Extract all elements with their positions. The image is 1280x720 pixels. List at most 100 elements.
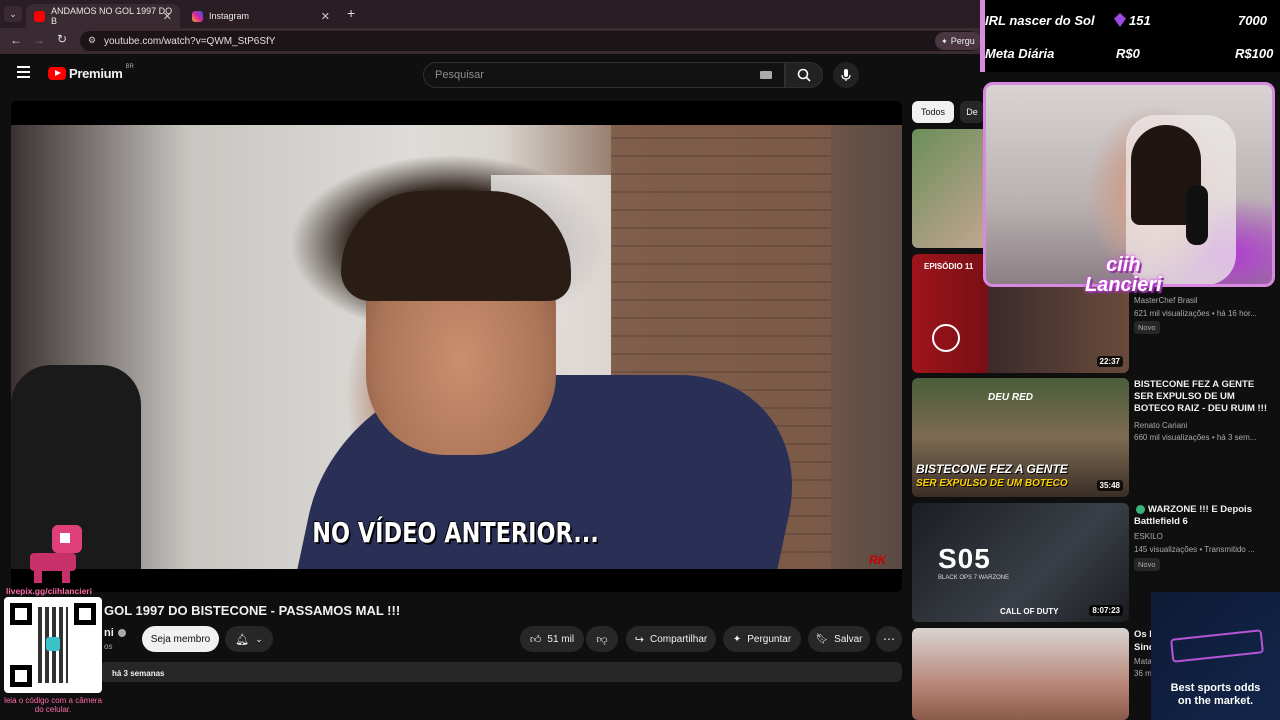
thumb-text-1: BISTECONE FEZ A GENTE [916,462,1068,476]
masterchef-logo [932,324,960,352]
video-duration: 8:07:23 [1089,605,1123,616]
chevron-down-icon: ⌄ [255,633,263,644]
ask-button[interactable]: ✦ Perguntar [723,626,801,652]
notifications-button[interactable]: 🔔︎ ⌄ [225,626,273,652]
close-tab-icon[interactable]: ✕ [163,10,172,23]
microphone [1186,185,1208,245]
instagram-icon [192,10,203,22]
rec-meta: 660 mil visualizações • há 3 sem... [1134,433,1257,442]
url-text: youtube.com/watch?v=QWM_StP6SfY [104,35,276,47]
video-duration: 22:37 [1096,356,1123,367]
join-button[interactable]: Seja membro [142,626,219,652]
qr-code [4,597,102,693]
keyboard-icon[interactable] [760,71,772,79]
video-title: GOL 1997 DO BISTECONE - PASSAMOS MAL !!! [104,603,401,618]
thumbs-down-icon: 👎︎ [596,633,608,646]
thumb-episode-label: EPISÓDIO 11 [924,262,974,271]
more-actions-button[interactable]: ⋯ [876,626,902,652]
like-button[interactable]: 👍︎ 51 mil [520,626,584,652]
bookmark-icon: 🔖︎ [815,633,829,645]
thumb-text-2: SER EXPULSO DE UM BOTECO [916,478,1068,489]
rec-channel[interactable]: MasterChef Brasil [1134,296,1274,305]
streamer-name: ciih Lancieri [1085,254,1162,296]
verified-icon [118,629,126,637]
sponsor-line2: on the market. [1177,695,1254,707]
new-badge: Novo [1134,558,1160,571]
goal-target: 7000 [1238,13,1267,28]
rec-title[interactable]: BISTECONE FEZ A GENTE SER EXPULSO DE UM … [1134,379,1274,415]
search-placeholder: Pesquisar [435,69,484,81]
rec-title[interactable]: WARZONE !!! E Depois Battlefield 6 [1134,504,1274,528]
qr-caption: leia o código com a câmera do celular. [4,696,102,714]
thumb-text-top: DEU RED [988,392,1034,403]
livepix-link: livepix.gg/ciihlancieri [6,586,92,596]
ask-button-partial[interactable]: ✦ Pergu [935,32,981,50]
dislike-button[interactable]: 👎︎ [586,626,618,652]
sponsor-logo [1169,629,1265,663]
thumb-brand: CALL OF DUTY [1000,607,1059,616]
sponsor-banner: Best sports odds on the market. [1151,592,1280,720]
goal-accent-bar [980,0,985,72]
goal-panel [980,0,1280,72]
meta-current: R$0 [1116,46,1140,61]
logo-region: BR [125,63,134,70]
more-icon: ⋯ [883,632,895,646]
youtube-icon [34,10,45,22]
video-duration: 35:48 [1096,480,1123,491]
sponsor-line1: Best sports odds [1170,682,1261,694]
thumb-season-sub: BLACK OPS 7 WARZONE [938,575,1010,581]
rec-channel[interactable]: Renato Cariani [1134,421,1274,430]
goal-current: 151 [1129,13,1151,28]
share-button[interactable]: ↪ Compartilhar [626,626,716,652]
goal-label: IRL nascer do Sol [985,13,1095,28]
youtube-logo[interactable]: Premium BR [48,63,134,81]
like-count: 51 mil [547,633,575,645]
meta-target: R$100 [1235,46,1274,61]
bell-icon: 🔔︎ [235,633,250,646]
video-subtitle: NO VÍDEO ANTERIOR... [312,516,599,549]
menu-icon[interactable] [17,66,30,78]
thumb-season-label: S05 [938,543,991,574]
site-info-icon[interactable]: ⚙ [88,35,96,46]
channel-name[interactable]: ni [104,627,114,639]
save-button[interactable]: 🔖︎ Salvar [808,626,870,652]
recommendation-thumbnail[interactable] [912,628,1129,720]
share-icon: ↪ [634,633,644,646]
sparkle-icon: ✦ [941,36,948,46]
tab-label: ANDAMOS NO GOL 1997 DO B [50,6,173,26]
person-hair [341,191,571,301]
chip-all[interactable]: Todos [912,101,954,123]
mic-icon [841,69,851,81]
meta-label: Meta Diária [985,46,1055,61]
new-badge: Novo [1134,321,1160,334]
rec-channel[interactable]: ESKILO [1134,532,1274,541]
back-icon[interactable]: ← [10,33,22,47]
youtube-play-icon [48,67,66,80]
subscriber-count: os [104,642,113,651]
search-input[interactable]: Pesquisar [423,62,785,88]
pixel-character [26,525,92,583]
upload-date: há 3 semanas [112,669,165,678]
chip-de[interactable]: De [960,101,984,123]
tab-label: Instagram [209,11,250,21]
close-tab-icon[interactable]: ✕ [321,10,330,23]
logo-text: Premium [69,66,123,81]
search-icon [797,68,811,82]
tab-instagram[interactable]: Instagram ✕ [184,4,338,28]
tab-list-dropdown-icon[interactable]: ⌄ [4,6,22,22]
search-button[interactable] [785,62,823,88]
tab-youtube[interactable]: ANDAMOS NO GOL 1997 DO B ✕ [26,4,180,28]
address-bar[interactable]: ⚙ youtube.com/watch?v=QWM_StP6SfY [80,31,980,51]
description-box[interactable]: há 3 semanas [100,662,902,682]
forward-icon[interactable]: → [33,33,45,47]
rec-meta: 145 visualizações • Transmitido ... [1134,545,1255,554]
channel-watermark: RK [869,553,887,567]
voice-search-button[interactable] [833,62,859,88]
recommendation-thumbnail[interactable]: DEU RED BISTECONE FEZ A GENTE SER EXPULS… [912,378,1129,497]
video-frame: RK [11,125,902,569]
reload-icon[interactable]: ↻ [57,32,67,46]
new-tab-button[interactable]: + [347,5,355,21]
sparkle-icon: ✦ [732,633,742,645]
recommendation-thumbnail[interactable]: S05 BLACK OPS 7 WARZONE CALL OF DUTY 8:0… [912,503,1129,622]
thumbs-up-icon: 👍︎ [529,633,542,646]
